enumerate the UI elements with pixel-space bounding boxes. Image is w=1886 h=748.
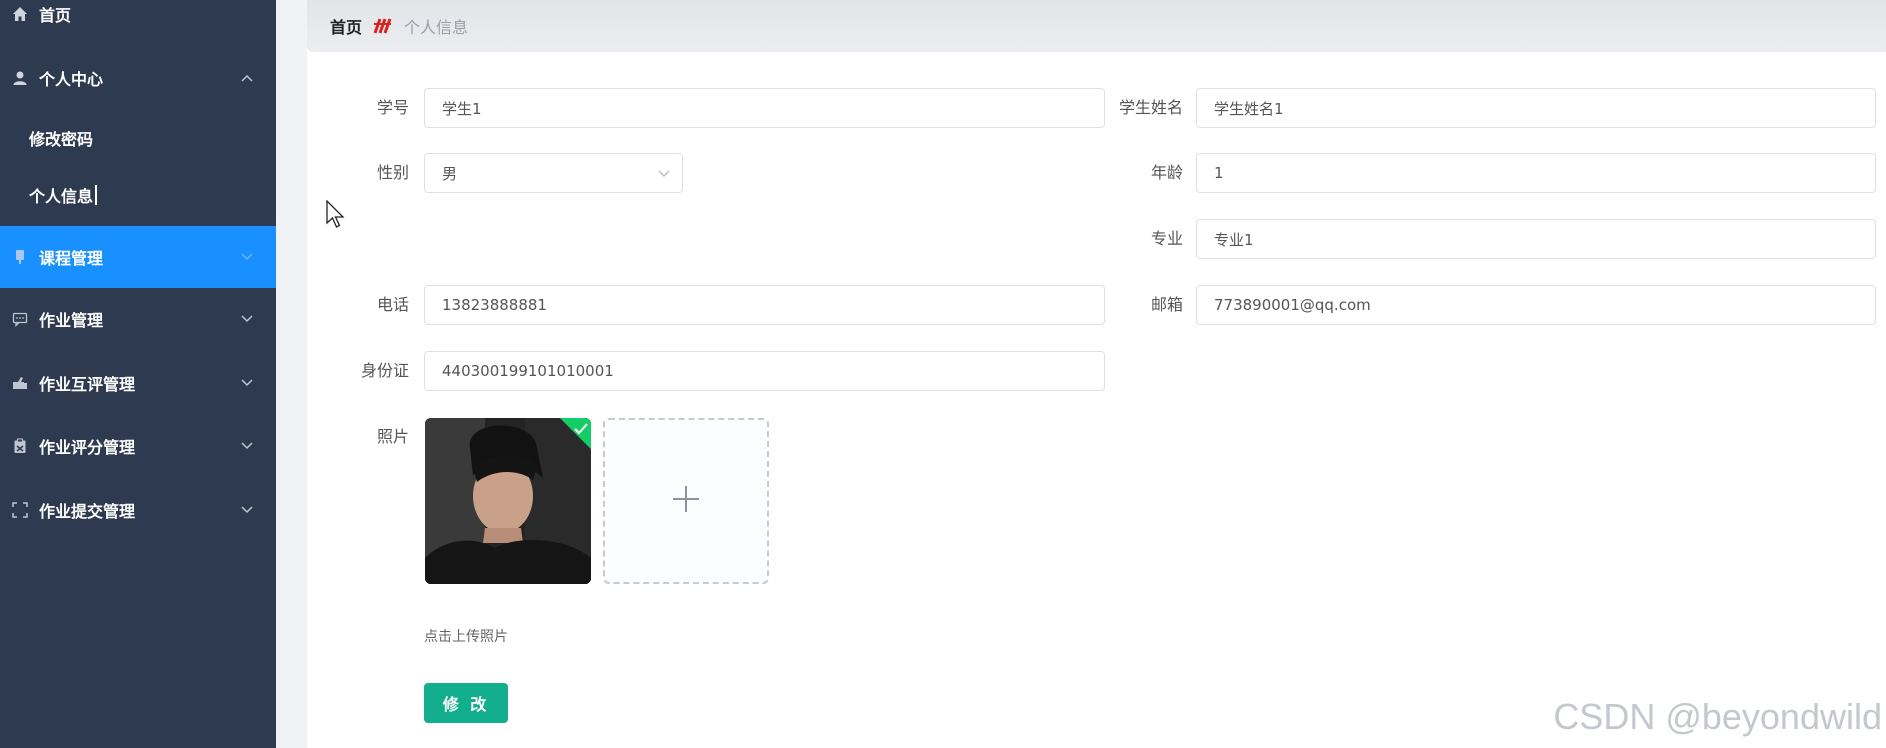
breadcrumb-current: 个人信息 [404,18,469,37]
photo-image [425,418,591,584]
photo-upload-trigger[interactable] [603,418,769,584]
mouse-cursor-icon [326,199,346,234]
student-name-input[interactable]: 学生姓名1 [1196,88,1876,128]
chevron-down-icon [240,439,254,453]
label-student-name: 学生姓名 [1118,98,1183,117]
email-input[interactable]: 773890001@qq.com [1196,285,1876,325]
breadcrumb-separator-icon [372,17,394,35]
gender-select-value: 男 [442,164,458,183]
major-input[interactable]: 专业1 [1196,219,1876,259]
menu-item-homework-management[interactable]: 作业管理 [0,288,276,350]
label-phone: 电话 [376,295,409,314]
menu-item-course-management[interactable]: 课程管理 [0,226,276,288]
upload-tip: 点击上传照片 [424,629,508,645]
label-photo: 照片 [376,427,409,446]
text-caret [95,185,98,205]
label-age: 年龄 [1150,163,1183,182]
chevron-down-icon [240,250,254,264]
label-gender: 性别 [376,163,409,182]
uploaded-photo[interactable] [425,418,591,584]
chevron-down-icon [240,503,254,517]
submenu-item-change-password[interactable]: 修改密码 [0,110,276,166]
label-major: 专业 [1150,229,1183,248]
menu-item-peer-review-management[interactable]: 作业互评管理 [0,352,276,414]
label-email: 邮箱 [1150,295,1183,314]
home-icon [11,5,29,23]
chevron-down-icon [240,376,254,390]
chevron-down-icon [658,164,670,182]
watermark: CSDN @beyondwild [1553,696,1882,737]
menu-item-grading-management[interactable]: 作业评分管理 [0,415,276,477]
peer-review-icon [11,374,29,392]
submenu-item-personal-info[interactable]: 个人信息 [0,167,276,223]
menu-item-submission-management[interactable]: 作业提交管理 [0,479,276,541]
course-icon [11,248,29,266]
age-input[interactable]: 1 [1196,153,1876,193]
breadcrumb-home[interactable]: 首页 [330,14,362,38]
label-student-no: 学号 [376,98,409,117]
menu-item-home[interactable]: 首页 [0,0,276,45]
chevron-down-icon [240,312,254,326]
sidebar: 首页 个人中心 修改密码 个人信息 课程管理 作业管理 作业互评管理 作业评分管… [0,0,276,748]
user-icon [11,69,29,87]
menu-item-personal-center[interactable]: 个人中心 [0,47,276,109]
student-no-input[interactable]: 学生1 [424,88,1105,128]
plus-icon [671,484,701,518]
id-card-input[interactable]: 440300199101010001 [424,351,1105,391]
clipboard-icon [11,437,29,455]
label-id-card: 身份证 [360,361,409,380]
submit-button[interactable]: 修 改 [424,683,508,723]
gender-select[interactable]: 男 [424,153,683,193]
check-icon [574,420,588,439]
chevron-up-icon [240,71,254,85]
message-icon [11,310,29,328]
breadcrumb: 首页 个人信息 [307,0,1886,52]
frame-icon [11,501,29,519]
phone-input[interactable]: 13823888881 [424,285,1105,325]
